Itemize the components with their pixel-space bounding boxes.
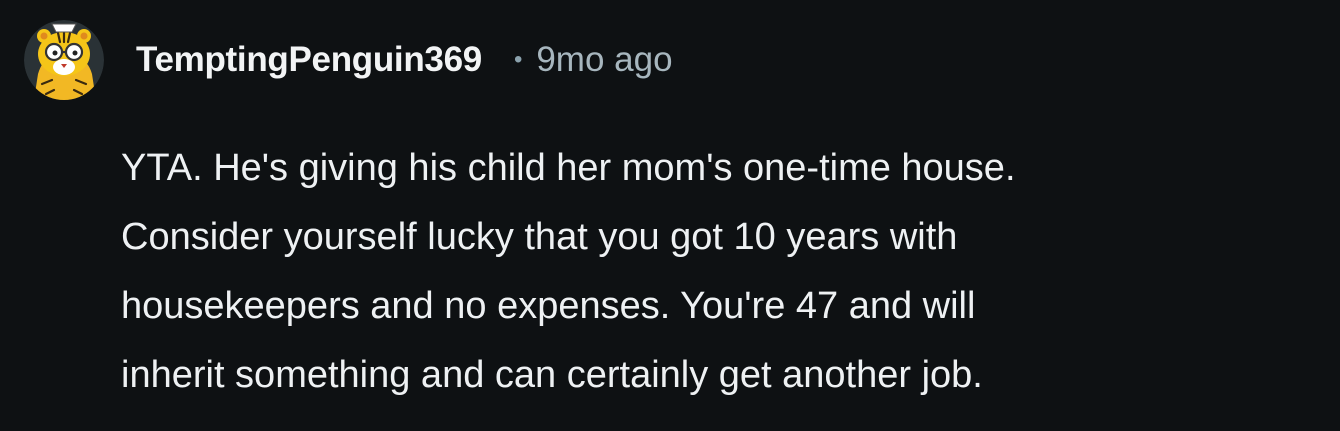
comment-card: TemptingPenguin369 • 9mo ago YTA. He's g… bbox=[0, 0, 1340, 431]
comment-timestamp[interactable]: 9mo ago bbox=[536, 40, 672, 80]
meta-separator: • bbox=[513, 46, 523, 73]
username-link[interactable]: TemptingPenguin369 bbox=[136, 40, 482, 80]
comment-body-line: Consider yourself lucky that you got 10 … bbox=[121, 216, 958, 258]
user-avatar[interactable] bbox=[24, 20, 104, 100]
comment-body-line: housekeepers and no expenses. You're 47 … bbox=[121, 285, 976, 327]
comment-meta: TemptingPenguin369 • 9mo ago bbox=[136, 38, 673, 82]
tiger-avatar-icon bbox=[24, 20, 104, 100]
comment-body-line: YTA. He's giving his child her mom's one… bbox=[121, 147, 1016, 189]
comment-body: YTA. He's giving his child her mom's one… bbox=[121, 134, 1321, 410]
comment-body-line: inherit something and can certainly get … bbox=[121, 354, 983, 396]
